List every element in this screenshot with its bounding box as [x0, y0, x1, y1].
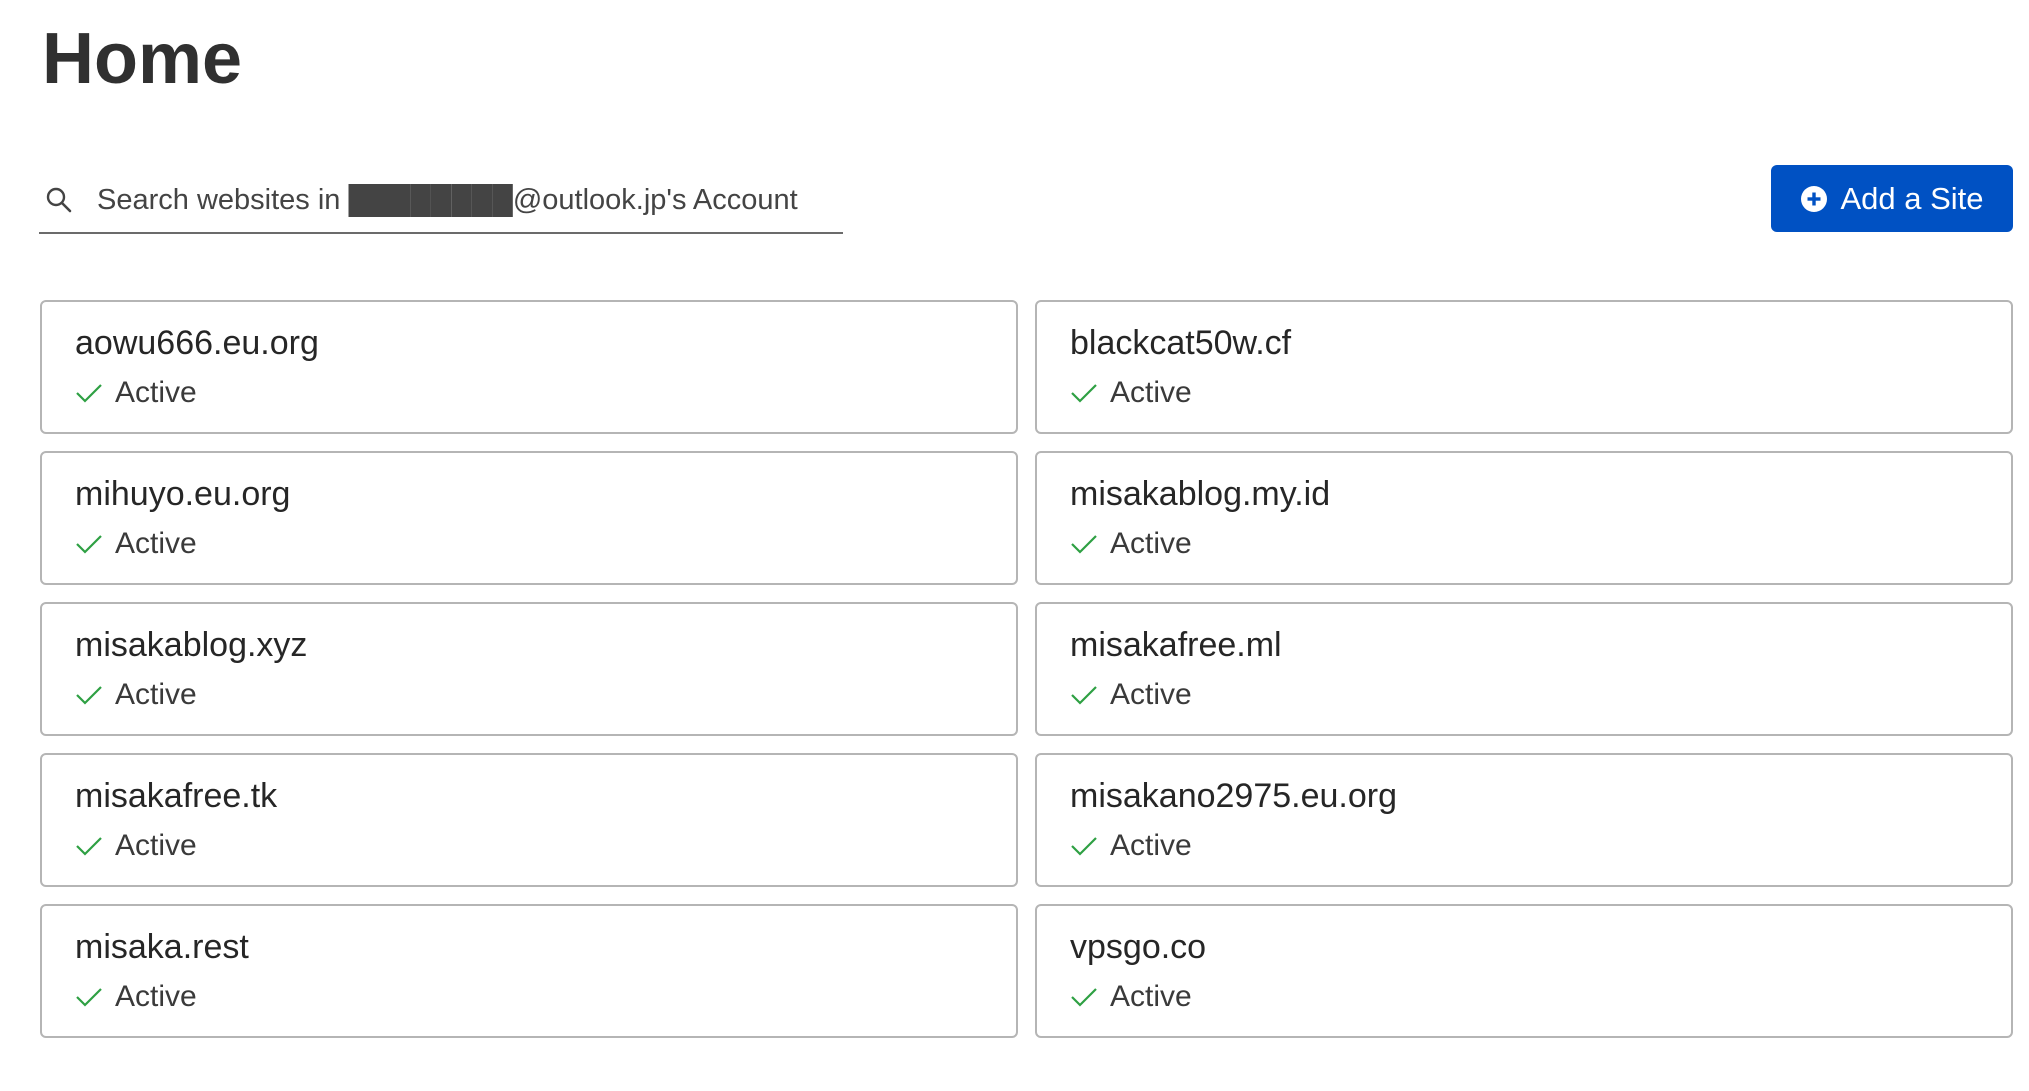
site-card[interactable]: misakafree.tk Active — [40, 753, 1018, 887]
site-name: misakano2975.eu.org — [1070, 777, 1398, 815]
status-label: Active — [1110, 527, 1192, 560]
status-badge: Active — [75, 677, 1016, 713]
check-icon — [76, 535, 102, 554]
site-name: mihuyo.eu.org — [75, 475, 291, 513]
status-label: Active — [1110, 376, 1192, 409]
site-name: misakablog.xyz — [75, 626, 308, 664]
search-input[interactable] — [97, 183, 837, 217]
site-name: misakablog.my.id — [1070, 475, 1331, 513]
site-card[interactable]: mihuyo.eu.org Active — [40, 451, 1018, 585]
site-card[interactable]: aowu666.eu.org Active — [40, 300, 1018, 434]
status-badge: Active — [75, 979, 1016, 1015]
site-name: misakafree.tk — [75, 777, 278, 815]
status-label: Active — [115, 527, 197, 560]
site-name: misakafree.ml — [1070, 626, 1282, 664]
site-card[interactable]: misakano2975.eu.org Active — [1035, 753, 2013, 887]
site-list: aowu666.eu.org Active blackcat50w.cf Act… — [40, 300, 2013, 1038]
status-badge: Active — [75, 828, 1016, 864]
check-icon — [76, 384, 102, 403]
search-box[interactable] — [39, 168, 843, 234]
site-card[interactable]: vpsgo.co Active — [1035, 904, 2013, 1038]
status-badge: Active — [1070, 677, 2011, 713]
status-label: Active — [115, 829, 197, 862]
status-label: Active — [1110, 980, 1192, 1013]
check-icon — [1071, 837, 1097, 856]
site-card[interactable]: misakablog.my.id Active — [1035, 451, 2013, 585]
site-card[interactable]: misaka.rest Active — [40, 904, 1018, 1038]
status-badge: Active — [1070, 526, 2011, 562]
site-card[interactable]: blackcat50w.cf Active — [1035, 300, 2013, 434]
check-icon — [1071, 686, 1097, 705]
check-icon — [76, 686, 102, 705]
site-name: misaka.rest — [75, 928, 249, 966]
check-icon — [1071, 384, 1097, 403]
site-name: blackcat50w.cf — [1070, 324, 1292, 362]
status-badge: Active — [75, 526, 1016, 562]
check-icon — [1071, 535, 1097, 554]
site-card[interactable]: misakablog.xyz Active — [40, 602, 1018, 736]
status-label: Active — [115, 376, 197, 409]
check-icon — [76, 837, 102, 856]
status-label: Active — [115, 678, 197, 711]
plus-circle-icon — [1801, 185, 1828, 212]
status-label: Active — [1110, 678, 1192, 711]
site-name: aowu666.eu.org — [75, 324, 319, 362]
check-icon — [76, 988, 102, 1007]
status-badge: Active — [1070, 828, 2011, 864]
site-name: vpsgo.co — [1070, 928, 1207, 966]
add-site-label: Add a Site — [1840, 180, 1984, 216]
check-icon — [1071, 988, 1097, 1007]
search-icon — [46, 187, 72, 213]
status-badge: Active — [1070, 979, 2011, 1015]
site-card[interactable]: misakafree.ml Active — [1035, 602, 2013, 736]
page-title: Home — [42, 19, 243, 99]
status-label: Active — [1110, 829, 1192, 862]
status-badge: Active — [1070, 375, 2011, 411]
add-site-button[interactable]: Add a Site — [1771, 165, 2013, 232]
status-label: Active — [115, 980, 197, 1013]
status-badge: Active — [75, 375, 1016, 411]
